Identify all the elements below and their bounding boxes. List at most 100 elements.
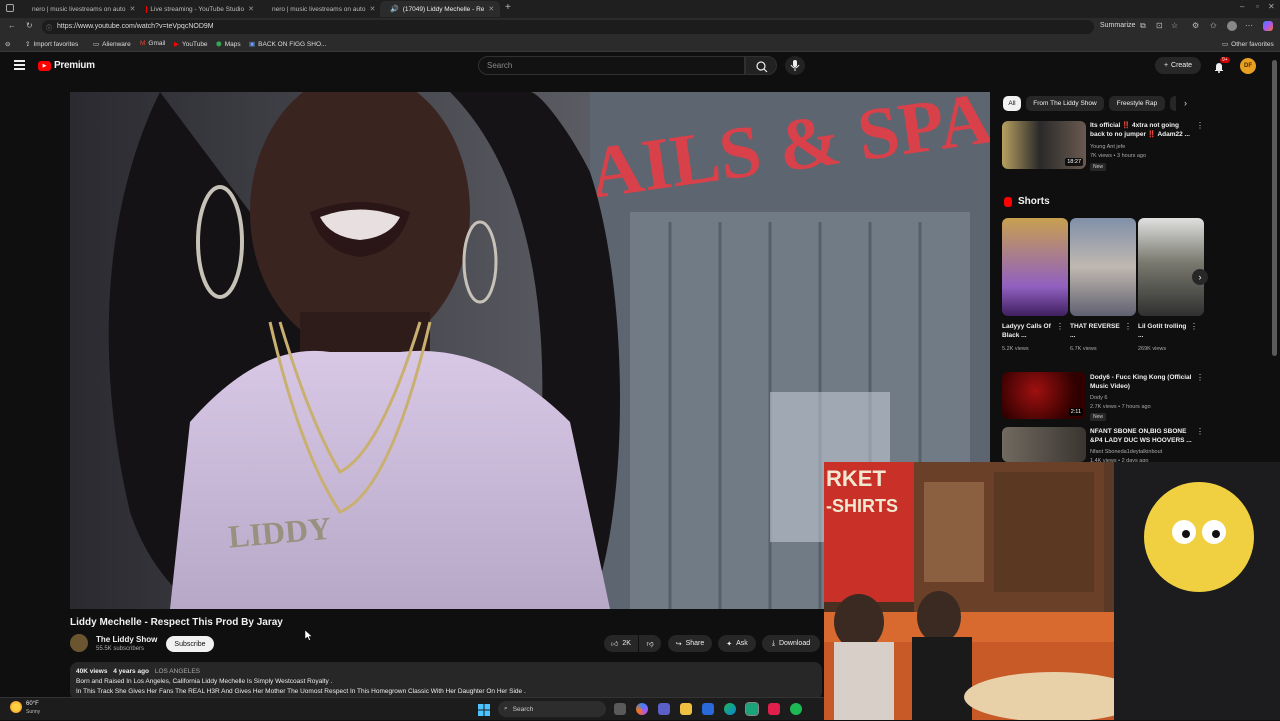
summarize-button[interactable]: Summarize — [1100, 22, 1135, 29]
voice-search-button[interactable] — [785, 56, 805, 75]
taskbar-search-box[interactable]: ⌕ Search — [498, 701, 606, 717]
new-tab-icon[interactable]: + — [505, 2, 511, 13]
video-thumbnail[interactable]: 18:27 — [1002, 121, 1086, 169]
read-aloud-icon[interactable]: ⊡ — [1156, 21, 1163, 30]
channel-avatar[interactable] — [70, 634, 88, 652]
more-menu-icon[interactable]: ⋯ — [1245, 21, 1253, 30]
dislike-button[interactable]: 👎︎ — [639, 635, 661, 652]
short-thumbnail[interactable] — [1070, 218, 1136, 316]
short-views: 269K views — [1138, 345, 1166, 353]
chip-freestyle-rap[interactable]: Freestyle Rap — [1109, 96, 1165, 111]
shorts-next-button[interactable]: › — [1192, 269, 1208, 285]
copilot-icon[interactable] — [636, 703, 648, 715]
extensions-puzzle-icon[interactable]: ⚙ — [1192, 21, 1199, 30]
favorite-star-icon[interactable]: ☆ — [1171, 21, 1178, 30]
browser-tab-2[interactable]: Live streaming - YouTube Studio ✕ — [140, 1, 260, 17]
edge-browser-icon[interactable] — [724, 703, 736, 715]
related-video-channel[interactable]: Dody 6 — [1090, 394, 1107, 402]
account-avatar[interactable]: DF — [1240, 58, 1256, 74]
plus-icon: + — [1164, 62, 1168, 69]
hamburger-menu-icon[interactable] — [14, 60, 25, 70]
ask-button[interactable]: ✦Ask — [718, 635, 756, 652]
search-button[interactable] — [745, 56, 777, 75]
more-actions-icon[interactable]: ⋮ — [1124, 322, 1132, 331]
related-video-title[interactable]: Dody6 - Fucc King Kong (Official Music V… — [1090, 373, 1194, 391]
browser-tab-active[interactable]: 🔊 (17049) Liddy Mechelle - Re ✕ — [380, 1, 500, 17]
tab-actions-icon[interactable] — [6, 4, 14, 12]
more-actions-icon[interactable]: ⋮ — [1190, 322, 1198, 331]
app-icon[interactable] — [768, 703, 780, 715]
chip-from-the-liddy-show[interactable]: From The Liddy Show — [1026, 96, 1104, 111]
video-thumbnail[interactable]: 2:11 — [1002, 372, 1086, 419]
more-actions-icon[interactable]: ⋮ — [1056, 322, 1064, 331]
task-view-icon[interactable] — [614, 703, 626, 715]
related-video-title[interactable]: NFANT SBONE ON,BIG SBONE &P4 LADY DUC WS… — [1090, 427, 1194, 445]
youtube-premium-logo[interactable]: ▶ Premium — [38, 60, 95, 71]
windows-start-icon[interactable] — [478, 703, 490, 715]
bookmarks-toggle-icon[interactable]: ⊖ — [5, 40, 10, 48]
bookmark-back-on-figg[interactable]: ▣BACK ON FIGG SHO... — [249, 40, 326, 48]
related-video-meta: 2.7K views • 7 hours ago — [1090, 403, 1151, 411]
like-button[interactable]: 👍︎2K — [604, 635, 638, 652]
maximize-icon[interactable]: ▫ — [1256, 2, 1259, 11]
chip-partial[interactable] — [1170, 96, 1176, 111]
create-button[interactable]: +Create — [1155, 57, 1201, 74]
download-button[interactable]: ⤓Download — [762, 635, 820, 652]
description-box[interactable]: 40K views 4 years ago LOS ANGELES Born a… — [70, 662, 822, 700]
location-tag[interactable]: LOS ANGELES — [155, 668, 200, 675]
other-favorites-folder[interactable]: ▭Other favorites — [1222, 40, 1274, 48]
related-video-channel[interactable]: Young Ant jefe — [1090, 143, 1125, 151]
microphone-icon — [785, 56, 805, 75]
teams-icon[interactable] — [658, 703, 670, 715]
close-icon[interactable]: ✕ — [248, 5, 254, 13]
short-title[interactable]: Lil Gotit trolling ... — [1138, 322, 1190, 340]
short-title[interactable]: Ladyyy Calls Of Black ... — [1002, 322, 1054, 340]
bookmark-import-favorites[interactable]: ⇪Import favorites — [25, 40, 78, 48]
chevron-right-icon[interactable]: › — [1184, 98, 1187, 108]
extension-icon[interactable]: ⧉ — [1140, 21, 1146, 31]
back-icon[interactable]: ← — [8, 21, 16, 30]
more-actions-icon[interactable]: ⋮ — [1196, 427, 1204, 436]
bookmark-maps[interactable]: ⬢Maps — [216, 40, 241, 48]
weather-temperature[interactable]: 60°F — [26, 701, 39, 707]
short-thumbnail[interactable] — [1002, 218, 1068, 316]
microsoft-store-icon[interactable] — [702, 703, 714, 715]
page-scrollbar[interactable] — [1272, 60, 1277, 356]
active-app-icon[interactable] — [746, 703, 758, 715]
weather-sun-icon[interactable] — [10, 701, 22, 713]
related-video-title[interactable]: Its official ‼️ 4xtra not going back to … — [1090, 121, 1194, 139]
close-icon[interactable]: ✕ — [488, 5, 494, 13]
close-window-icon[interactable]: ✕ — [1268, 2, 1275, 11]
video-thumbnail[interactable] — [1002, 427, 1086, 462]
file-explorer-icon[interactable] — [680, 703, 692, 715]
reload-icon[interactable]: ↻ — [26, 21, 33, 30]
copilot-icon[interactable] — [1263, 21, 1273, 31]
speaker-icon[interactable]: 🔊 — [390, 5, 399, 13]
search-input[interactable]: Search — [478, 56, 745, 75]
spotify-icon[interactable] — [790, 703, 802, 715]
browser-tab-1[interactable]: nero | music livestreams on auto ✕ — [22, 1, 140, 17]
close-icon[interactable]: ✕ — [129, 5, 135, 13]
bookmark-favicon-icon: ▣ — [249, 40, 255, 48]
short-thumbnail[interactable] — [1138, 218, 1204, 316]
related-video-channel[interactable]: Nfant Sboneda1deytalkinbout — [1090, 448, 1162, 456]
more-actions-icon[interactable]: ⋮ — [1196, 373, 1204, 382]
channel-name[interactable]: The Liddy Show — [96, 635, 157, 644]
bookmark-gmail[interactable]: MGmail — [140, 40, 165, 47]
close-icon[interactable]: ✕ — [369, 5, 375, 13]
notifications-button[interactable]: 9+ — [1213, 60, 1225, 78]
more-actions-icon[interactable]: ⋮ — [1196, 121, 1204, 130]
chip-all[interactable]: All — [1003, 96, 1021, 111]
favorites-icon[interactable]: ✩ — [1210, 21, 1217, 30]
site-info-icon[interactable]: ⓘ — [46, 23, 52, 32]
browser-tab-3[interactable]: nero | music livestreams on auto ✕ — [262, 1, 380, 17]
share-button[interactable]: ↪Share — [668, 635, 712, 652]
profile-avatar[interactable] — [1227, 21, 1237, 31]
address-bar[interactable]: ⓘ https://www.youtube.com/watch?v=teVpqc… — [42, 20, 1094, 34]
short-title[interactable]: THAT REVERSE ... — [1070, 322, 1122, 340]
minimize-icon[interactable]: – — [1240, 2, 1244, 11]
bookmark-alienware[interactable]: ▭Alienware — [93, 40, 131, 48]
bookmark-youtube[interactable]: ▶YouTube — [174, 40, 208, 48]
subscribe-button[interactable]: Subscribe — [166, 636, 214, 652]
subscriber-count: 55.5K subscribers — [96, 646, 144, 652]
